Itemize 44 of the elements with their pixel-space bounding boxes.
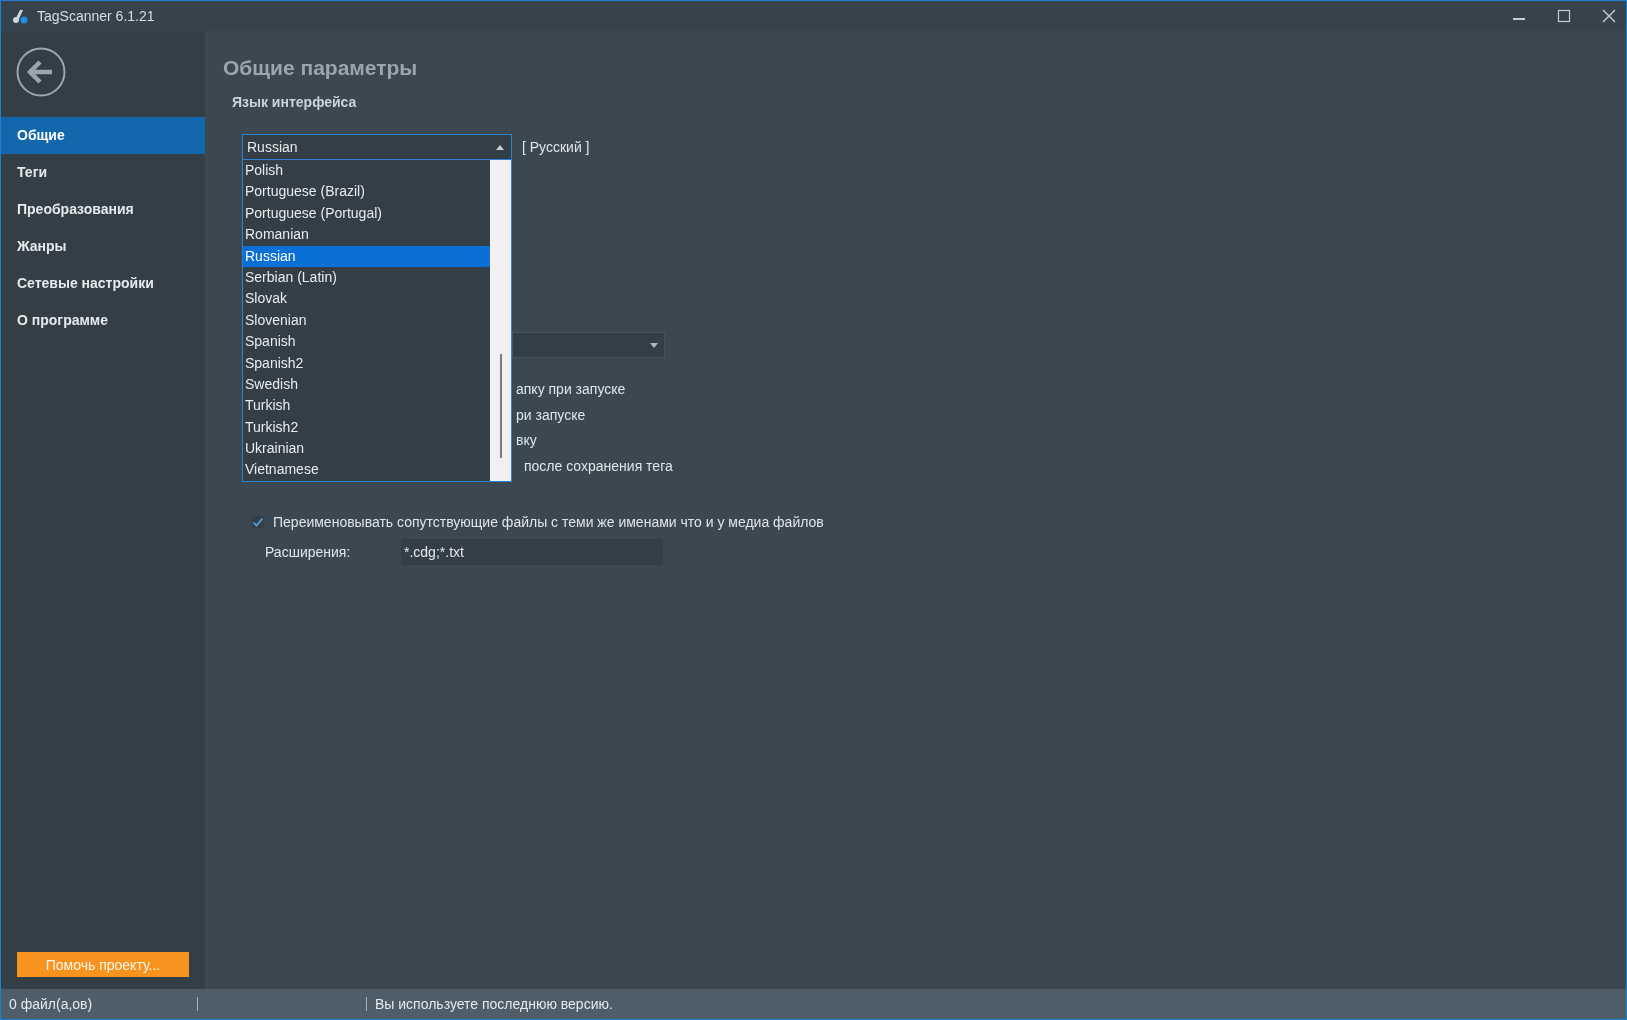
native-language-name: [ Русский ]	[522, 139, 590, 155]
app-icon	[11, 7, 29, 25]
scrollbar[interactable]	[490, 160, 511, 481]
dropdown-option[interactable]: Slovenian	[243, 309, 490, 332]
extensions-field[interactable]: *.cdg;*.txt	[401, 538, 663, 565]
status-message: Вы используете последнюю версию.	[374, 996, 613, 1012]
back-icon[interactable]	[16, 47, 66, 97]
dropdown-option[interactable]: Romanian	[243, 224, 490, 246]
window-title: TagScanner 6.1.21	[37, 8, 155, 24]
close-icon[interactable]	[1602, 9, 1616, 23]
option-label: ри запуске	[516, 405, 586, 425]
caret-icon	[650, 342, 658, 348]
option-label: после сохранения тега	[524, 457, 673, 477]
page-title: Общие параметры	[223, 56, 418, 80]
sidebar-item[interactable]: Жанры	[1, 228, 205, 265]
dropdown-option[interactable]: Portuguese (Brazil)	[243, 181, 490, 203]
sidebar-item[interactable]: О программе	[1, 302, 205, 339]
extensions-label: Расширения:	[265, 543, 352, 560]
dropdown-option[interactable]: Portuguese (Portugal)	[243, 202, 490, 225]
sidebar-item[interactable]: Общие	[1, 117, 205, 154]
option-label: вку	[516, 431, 537, 451]
dropdown-option[interactable]: Turkish	[243, 395, 490, 417]
option-label: апку при запуске	[516, 380, 626, 399]
dropdown-option[interactable]: Ukrainian	[243, 438, 490, 460]
checkbox[interactable]	[251, 514, 265, 529]
dropdown-option[interactable]: Slovak	[243, 288, 490, 310]
maximize-icon[interactable]	[1557, 9, 1571, 23]
dropdown-field[interactable]	[512, 332, 665, 358]
checkbox-label: Переименовывать сопутствующие файлы с теми же именами что и у медиа файлов	[273, 513, 824, 530]
file-count: 0 файл(а,ов)	[1, 997, 198, 1011]
sidebar-item[interactable]: Теги	[1, 154, 205, 191]
section-title: Язык интерфейса	[232, 94, 357, 110]
dropdown-option[interactable]: Turkish2	[243, 416, 490, 439]
sidebar-item[interactable]: Сетевые настройки	[1, 265, 205, 302]
dropdown-option[interactable]: Polish	[243, 160, 490, 182]
sidebar-item[interactable]: Преобразования	[1, 191, 205, 228]
dropdown-option[interactable]: Serbian (Latin)	[243, 266, 490, 289]
caret-icon	[496, 144, 504, 150]
dropdown-option[interactable]: Swedish	[243, 373, 490, 396]
dropdown-option[interactable]: Spanish	[243, 331, 490, 353]
dropdown-option[interactable]: Vietnamese	[243, 459, 490, 481]
dropdown-option[interactable]: Spanish2	[243, 352, 490, 374]
dropdown-option[interactable]: Russian	[243, 245, 490, 267]
language-dropdown[interactable]: Russian	[242, 134, 512, 160]
